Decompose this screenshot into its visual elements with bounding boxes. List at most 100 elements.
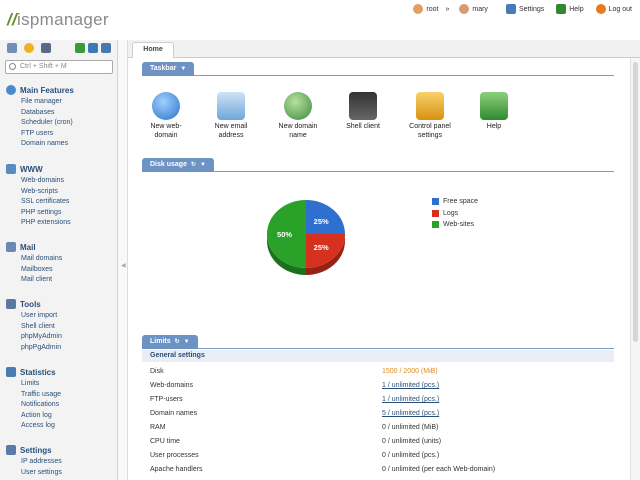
sidebar-item-phpmyadmin[interactable]: phpMyAdmin [21,332,62,343]
sidebar-item-domain-names[interactable]: Domain names [21,139,74,150]
settings-link[interactable]: Settings [505,4,544,14]
taskbar-panel-header: Taskbar ▼ [142,62,614,76]
sidebar-item-mailboxes[interactable]: Mailboxes [21,265,62,276]
collapse-all-icon[interactable] [88,43,98,53]
favorites-star-icon[interactable] [24,43,34,53]
control-panel-settings-icon [416,92,444,120]
sidebar-item-ftp-users[interactable]: FTP users [21,129,74,140]
new-domain-name-icon [284,92,312,120]
sidebar-section-header[interactable]: WWW [6,163,71,175]
expand-all-icon[interactable] [75,43,85,53]
user-root[interactable]: root [413,4,438,14]
tab-bar: Home [128,40,640,59]
sidebar-item-ip-addresses[interactable]: IP addresses [21,457,62,468]
sidebar-section-main-features: Main Features File manager Databases Sch… [6,84,74,150]
sidebar-splitter[interactable]: ◀ [118,40,128,480]
limits-row: Web-domains 1 / unlimited (pcs.) [150,379,610,393]
limits-row: CPU time 0 / unlimited (units) [150,438,442,445]
general-settings-group-header[interactable]: General settings [142,350,614,362]
task-control-panel-settings[interactable]: Control panel settings [400,92,460,140]
sidebar-item-user-import[interactable]: User import [21,311,62,322]
pie-data-label: 50% [277,230,292,239]
new-email-icon [217,92,245,120]
sidebar-item-web-scripts[interactable]: Web-scripts [21,187,71,198]
new-web-domain-icon [152,92,180,120]
sidebar-item-notifications[interactable]: Notifications [21,400,61,411]
sidebar-search-input[interactable]: Ctrl + Shift + M [5,60,113,74]
task-help[interactable]: Help [464,92,524,132]
sidebar-item-php-settings[interactable]: PHP settings [21,208,71,219]
briefcase-icon[interactable] [41,43,51,53]
sidebar-section-header[interactable]: Tools [6,298,62,310]
logout-icon [595,4,606,14]
help-link[interactable]: Help [556,4,584,14]
help-icon [480,92,508,120]
chevron-down-icon[interactable]: ▼ [180,62,186,76]
task-new-web-domain[interactable]: New web- domain [136,92,196,140]
sidebar-item-access-log[interactable]: Access log [21,421,61,432]
help-icon [556,4,567,14]
sidebar-item-limits[interactable]: Limits [21,379,61,390]
sidebar-section-mail: Mail Mail domains Mailboxes Mail client [6,241,62,286]
refresh-icon[interactable]: ↻ [191,158,196,172]
chevron-down-icon[interactable]: ▼ [184,335,190,349]
sidebar-item-scheduler[interactable]: Scheduler (cron) [21,118,74,129]
user-icon [413,4,424,14]
refresh-icon[interactable]: ↻ [175,335,180,349]
main-scrollbar[interactable] [630,58,640,480]
limits-row: Apache handlers 0 / unlimited (per each … [150,466,496,473]
top-header: //ispmanager root » mary Settings Help L… [0,0,640,42]
disk-usage-panel-tab[interactable]: Disk usage ↻ ▼ [142,158,214,172]
sidebar-item-file-manager[interactable]: File manager [21,97,74,108]
taskbar-panel-tab[interactable]: Taskbar ▼ [142,62,195,76]
tab-home[interactable]: Home [132,42,174,59]
limits-panel-header: Limits ↻ ▼ [142,335,614,349]
disk-usage-panel-header: Disk usage ↻ ▼ [142,158,614,172]
sidebar-item-shell-client[interactable]: Shell client [21,322,62,333]
legend-swatch [432,198,439,206]
sidebar-item-web-domains[interactable]: Web-domains [21,176,71,187]
sidebar-item-databases[interactable]: Databases [21,108,74,119]
sidebar-section-settings: Settings IP addresses User settings [6,444,62,478]
sidebar-section-header[interactable]: Settings [6,444,62,456]
task-new-email-address[interactable]: New email address [201,92,261,140]
task-new-domain-name[interactable]: New domain name [268,92,328,140]
limit-value-link[interactable]: 5 / unlimited (pcs.) [382,407,439,421]
chevron-down-icon[interactable]: ▼ [200,158,206,172]
sidebar-item-user-settings[interactable]: User settings [21,468,62,479]
tree-icon[interactable] [7,43,17,53]
sidebar-item-php-extensions[interactable]: PHP extensions [21,218,71,229]
sidebar-item-traffic-usage[interactable]: Traffic usage [21,390,61,401]
sidebar-item-action-log[interactable]: Action log [21,411,61,422]
scrollbar-thumb[interactable] [633,62,638,342]
collapse-arrow-icon[interactable]: ◀ [121,262,126,269]
disk-usage-legend: Free space Logs Web-sites [432,196,478,231]
www-icon [6,164,16,174]
limits-row: User processes 0 / unlimited (pcs.) [150,452,440,459]
limit-value-link[interactable]: 1 / unlimited (pcs.) [382,393,439,407]
shell-client-icon [349,92,377,120]
limit-value-link[interactable]: 1 / unlimited (pcs.) [382,379,439,393]
limits-panel-tab[interactable]: Limits ↻ ▼ [142,335,198,349]
ispmanager-logo[interactable]: //ispmanager [7,10,109,30]
sidebar-item-phppgadmin[interactable]: phpPgAdmin [21,343,62,354]
sidebar: Ctrl + Shift + M Main Features File mana… [0,40,118,480]
legend-swatch [432,209,439,217]
pin-icon[interactable] [101,43,111,53]
sidebar-section-tools: Tools User import Shell client phpMyAdmi… [6,298,62,353]
legend-item: Logs [432,208,478,220]
sidebar-item-mail-client[interactable]: Mail client [21,275,62,286]
sidebar-section-header[interactable]: Mail [6,241,62,253]
task-shell-client[interactable]: Shell client [333,92,393,132]
limits-row: Domain names 5 / unlimited (pcs.) [150,407,610,421]
logout-link[interactable]: Log out [595,4,632,14]
sidebar-section-header[interactable]: Main Features [6,84,74,96]
user-mary[interactable]: mary [459,4,488,14]
sidebar-section-header[interactable]: Statistics [6,366,61,378]
settings-icon [505,4,516,14]
statistics-icon [6,367,16,377]
breadcrumb-arrow: » [445,5,450,13]
sidebar-item-mail-domains[interactable]: Mail domains [21,254,62,265]
pie-data-label: 25% [314,217,329,226]
sidebar-item-ssl-certificates[interactable]: SSL certificates [21,197,71,208]
